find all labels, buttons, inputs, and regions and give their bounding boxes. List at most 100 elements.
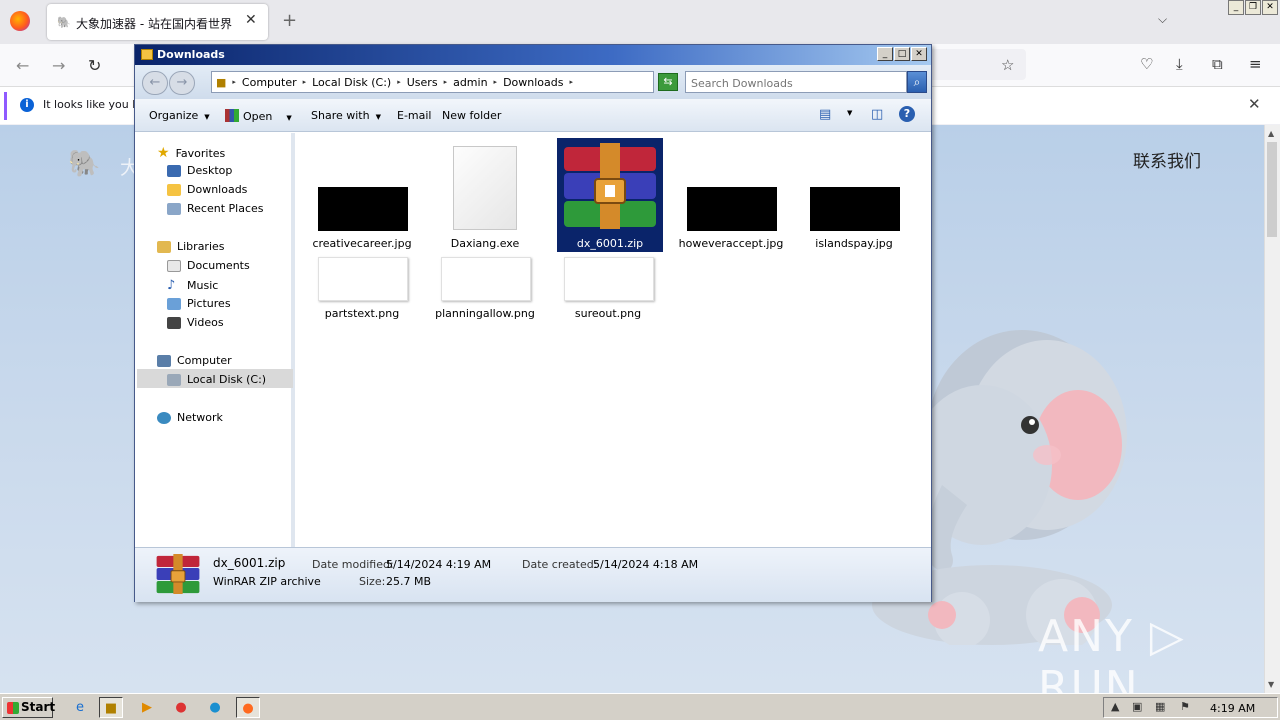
file-item[interactable]: partstext.png: [309, 257, 415, 323]
share-with-button[interactable]: Share with ▼: [311, 109, 381, 122]
explorer-titlebar[interactable]: Downloads _ □ ✕: [135, 45, 931, 65]
chrome-icon[interactable]: ●: [169, 697, 193, 718]
nav-desktop[interactable]: Desktop: [167, 164, 232, 177]
close-window-icon[interactable]: ✕: [1262, 0, 1278, 15]
firefox-icon[interactable]: [10, 11, 30, 31]
breadcrumb-local-disk[interactable]: Local Disk (C:): [308, 76, 395, 89]
scroll-up-icon[interactable]: ▲: [1268, 129, 1274, 138]
new-tab-button[interactable]: +: [282, 10, 297, 31]
image-thumbnail: [810, 187, 900, 231]
file-item-selected[interactable]: dx_6001.zip: [557, 133, 663, 253]
search-input[interactable]: [685, 71, 907, 93]
breadcrumb-admin[interactable]: admin: [449, 76, 491, 89]
maximize-icon[interactable]: □: [894, 47, 910, 61]
search-icon[interactable]: ⌕: [907, 71, 927, 93]
refresh-icon[interactable]: ⇆: [658, 73, 678, 91]
close-tab-icon[interactable]: ✕: [245, 12, 257, 28]
menu-icon[interactable]: ≡: [1249, 55, 1262, 73]
nav-pictures[interactable]: Pictures: [167, 297, 231, 310]
open-button[interactable]: Open ▼: [225, 109, 292, 123]
restore-icon[interactable]: ❐: [1245, 0, 1261, 15]
back-arrow-icon[interactable]: ←: [142, 71, 168, 95]
forward-arrow-icon[interactable]: →: [52, 56, 65, 75]
chevron-down-icon[interactable]: ▼: [847, 109, 852, 117]
date-modified-label: Date modified:: [312, 558, 394, 571]
nav-downloads-label: Downloads: [187, 183, 248, 196]
bookmark-star-icon[interactable]: ☆: [1001, 56, 1014, 74]
nav-favorites[interactable]: ★ Favorites: [157, 145, 225, 161]
chevron-right-icon[interactable]: ▸: [395, 78, 403, 86]
file-item[interactable]: planningallow.png: [432, 257, 538, 323]
elephant-logo-icon[interactable]: 🐘: [68, 149, 100, 179]
breadcrumb-users[interactable]: Users: [403, 76, 442, 89]
back-arrow-icon[interactable]: ←: [16, 56, 29, 75]
file-name: sureout.png: [574, 307, 642, 320]
downloads-icon[interactable]: ⤓: [1176, 55, 1183, 73]
chevron-right-icon[interactable]: ▸: [567, 78, 575, 86]
breadcrumb-downloads[interactable]: Downloads: [499, 76, 567, 89]
file-item[interactable]: sureout.png: [555, 257, 661, 323]
show-hidden-icons-icon[interactable]: ▲: [1111, 700, 1119, 713]
explorer-taskbar-icon[interactable]: ■: [99, 697, 123, 718]
nav-documents-label: Documents: [187, 259, 250, 272]
file-item[interactable]: creativecareer.jpg: [309, 133, 415, 253]
nav-recent-places[interactable]: Recent Places: [167, 202, 264, 215]
reload-icon[interactable]: ↻: [88, 56, 101, 75]
list-tabs-icon[interactable]: ⌵: [1158, 12, 1167, 27]
nav-network[interactable]: Network: [157, 411, 223, 424]
minimize-icon[interactable]: _: [1228, 0, 1244, 15]
minimize-icon[interactable]: _: [877, 47, 893, 61]
notification-close-icon[interactable]: ✕: [1248, 95, 1261, 113]
new-folder-button[interactable]: New folder: [442, 109, 501, 122]
pocket-icon[interactable]: ♡: [1140, 55, 1153, 73]
nav-videos[interactable]: Videos: [167, 316, 224, 329]
chevron-right-icon[interactable]: ▸: [492, 78, 500, 86]
navigation-pane: ★ Favorites Desktop Downloads Recent Plac…: [135, 133, 295, 547]
nav-videos-label: Videos: [187, 316, 224, 329]
extensions-icon[interactable]: ⧉: [1212, 55, 1223, 73]
preview-pane-icon[interactable]: ◫: [871, 107, 883, 122]
star-icon: ★: [157, 145, 170, 161]
nav-local-disk[interactable]: Local Disk (C:): [167, 373, 266, 386]
organize-button[interactable]: Organize ▼: [149, 109, 210, 122]
browser-tab[interactable]: 🐘 大象加速器 - 站在国内看世界 ✕: [47, 4, 268, 40]
nav-music[interactable]: ♪ Music: [167, 278, 218, 293]
email-button[interactable]: E-mail: [397, 109, 432, 122]
media-player-icon[interactable]: ▶: [135, 697, 159, 718]
file-list: creativecareer.jpg Daxiang.exe dx_6001.z…: [299, 133, 931, 547]
file-item[interactable]: howeveraccept.jpg: [678, 133, 784, 253]
nav-documents[interactable]: Documents: [167, 259, 250, 272]
breadcrumb-computer[interactable]: Computer: [238, 76, 301, 89]
internet-explorer-icon[interactable]: e: [68, 697, 92, 718]
change-view-icon[interactable]: ▤: [819, 107, 831, 122]
tray-app-icon[interactable]: ▣: [1132, 700, 1142, 713]
file-name: dx_6001.zip: [576, 237, 644, 250]
notification-accent: [4, 92, 7, 120]
clock[interactable]: 4:19 AM: [1210, 702, 1255, 715]
details-filename: dx_6001.zip: [213, 556, 286, 570]
firefox-taskbar-icon[interactable]: ●: [236, 697, 260, 718]
start-button[interactable]: Start: [2, 697, 55, 718]
file-item[interactable]: Daxiang.exe: [432, 133, 538, 253]
close-window-icon[interactable]: ✕: [911, 47, 927, 61]
scroll-down-icon[interactable]: ▼: [1268, 680, 1274, 689]
file-item[interactable]: islandspay.jpg: [801, 133, 907, 253]
nav-music-label: Music: [187, 279, 219, 292]
help-icon[interactable]: ?: [899, 106, 915, 122]
contact-us-link[interactable]: 联系我们: [1133, 147, 1201, 172]
chevron-right-icon[interactable]: ▸: [301, 78, 309, 86]
nav-libraries[interactable]: Libraries: [157, 240, 225, 253]
breadcrumb[interactable]: ■ ▸ Computer ▸ Local Disk (C:) ▸ Users ▸…: [211, 71, 722, 93]
nav-downloads[interactable]: Downloads: [167, 183, 247, 196]
network-tray-icon[interactable]: ▦: [1155, 700, 1165, 713]
chevron-right-icon[interactable]: ▸: [230, 78, 238, 86]
action-center-flag-icon[interactable]: ⚑: [1180, 700, 1190, 713]
edge-icon[interactable]: ●: [203, 697, 227, 718]
forward-arrow-icon[interactable]: →: [169, 71, 195, 95]
recent-places-icon: [167, 202, 181, 215]
nav-computer[interactable]: Computer: [157, 354, 232, 367]
scroll-thumb[interactable]: [1267, 142, 1277, 237]
image-thumbnail: [318, 257, 408, 301]
image-thumbnail: [687, 187, 777, 231]
chevron-right-icon[interactable]: ▸: [442, 78, 450, 86]
